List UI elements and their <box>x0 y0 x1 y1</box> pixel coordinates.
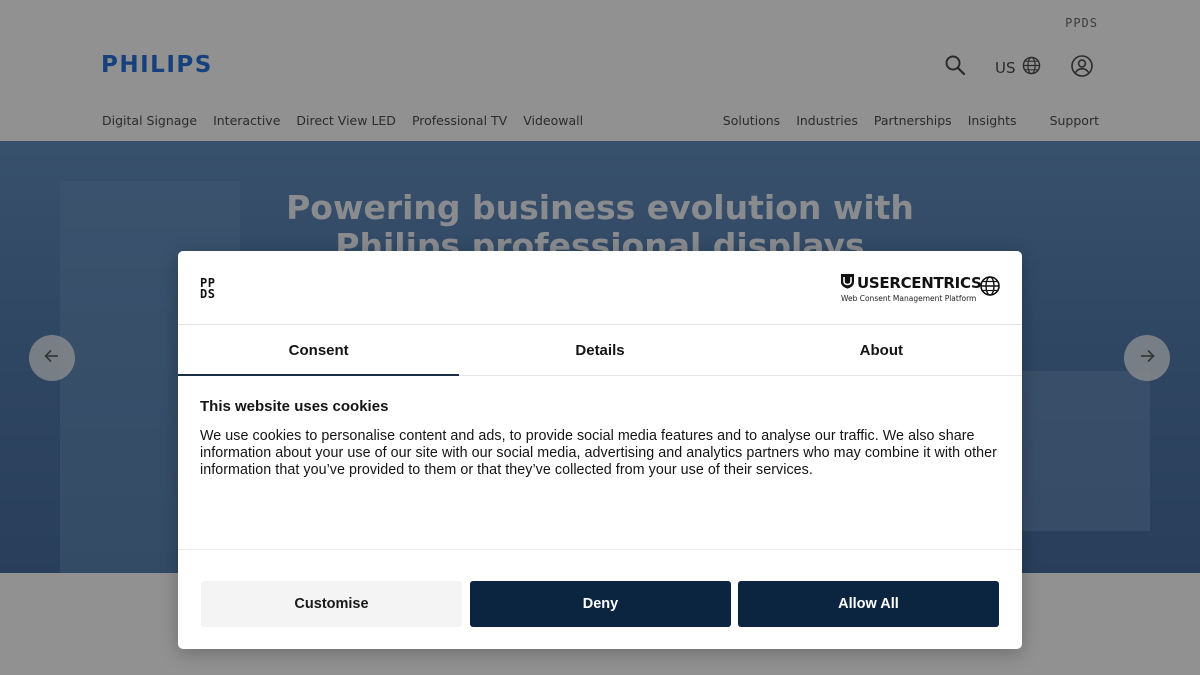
allow-all-button[interactable]: Allow All <box>738 581 999 627</box>
ppds-logo: PP DS <box>200 277 216 301</box>
deny-button[interactable]: Deny <box>470 581 731 627</box>
dialog-header: PP DS USERCENTRICS Web Consent Managemen… <box>178 251 1022 325</box>
tab-consent[interactable]: Consent <box>178 326 460 376</box>
dialog-body: This website uses cookies We use cookies… <box>200 398 1000 479</box>
shield-icon <box>840 273 855 293</box>
customise-button[interactable]: Customise <box>201 581 462 627</box>
consent-tabs: Consent Details About <box>178 326 1022 376</box>
dialog-footer: Customise Deny Allow All <box>178 549 1022 649</box>
tab-about[interactable]: About <box>741 326 1022 375</box>
dialog-title: This website uses cookies <box>200 398 389 415</box>
language-globe-icon[interactable] <box>979 275 1001 297</box>
usercentrics-logo: USERCENTRICS Web Consent Management Plat… <box>840 273 982 303</box>
dialog-description: We use cookies to personalise content an… <box>200 428 997 478</box>
cookie-consent-dialog: PP DS USERCENTRICS Web Consent Managemen… <box>178 251 1022 649</box>
usercentrics-tagline: Web Consent Management Platform <box>841 294 977 303</box>
ppds-logo-line: DS <box>200 287 216 301</box>
tab-details[interactable]: Details <box>459 326 740 375</box>
usercentrics-name: USERCENTRICS <box>857 274 982 292</box>
